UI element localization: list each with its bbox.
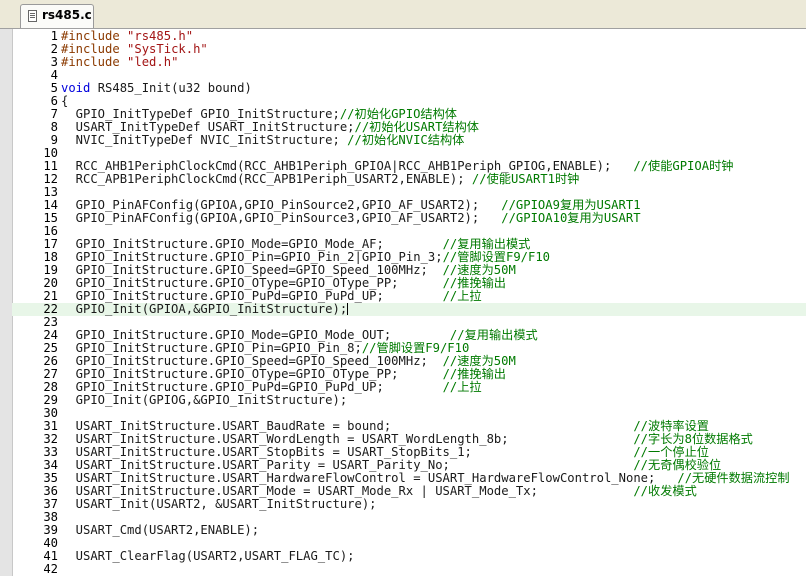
- code-statement: RCC_AHB1PeriphClockCmd(RCC_AHB1Periph_GP…: [61, 159, 634, 173]
- code-line[interactable]: 9 NVIC_InitTypeDef NVIC_InitStructure; /…: [12, 134, 806, 147]
- text-caret: [347, 303, 349, 315]
- code-line[interactable]: 42: [12, 563, 806, 576]
- code-statement: USART_Init(USART2, &USART_InitStructure)…: [61, 497, 377, 511]
- code-statement: USART_InitStructure.USART_WordLength = U…: [61, 432, 634, 446]
- code-comment: //管脚设置F9/F10: [361, 341, 470, 355]
- code-comment: //使能USART1时钟: [471, 172, 580, 186]
- code-statement: GPIO_InitStructure.GPIO_Speed=GPIO_Speed…: [61, 263, 443, 277]
- code-statement: USART_InitStructure.USART_Mode = USART_M…: [61, 484, 634, 498]
- code-statement: GPIO_PinAFConfig(GPIOA,GPIO_PinSource2,G…: [61, 198, 502, 212]
- editor-tab-bar: rs485.c: [0, 0, 806, 29]
- code-comment: //GPIOA9复用为USART1: [501, 198, 641, 212]
- code-statement: GPIO_InitStructure.GPIO_OType=GPIO_OType…: [61, 367, 443, 381]
- code-comment: //波特率设置: [633, 419, 709, 433]
- code-statement: USART_InitStructure.USART_Parity = USART…: [61, 458, 634, 472]
- code-line[interactable]: 5 void RS485_Init(u32 bound): [12, 82, 806, 95]
- code-statement: GPIO_InitStructure.GPIO_Pin=GPIO_Pin_2|G…: [61, 250, 443, 264]
- code-comment: //无硬件数据流控制: [677, 471, 790, 485]
- code-text: NVIC_InitTypeDef NVIC_InitStructure; //初…: [61, 133, 465, 147]
- code-line[interactable]: 15 GPIO_PinAFConfig(GPIOA,GPIO_PinSource…: [12, 212, 806, 225]
- code-comment: //上拉: [442, 380, 482, 394]
- file-tab-label: rs485.c: [42, 8, 92, 22]
- code-comment: //收发模式: [633, 484, 697, 498]
- code-statement: USART_InitStructure.USART_HardwareFlowCo…: [61, 471, 678, 485]
- code-statement: GPIO_InitStructure.GPIO_Speed=GPIO_Speed…: [61, 354, 443, 368]
- code-comment: //复用输出模式: [442, 237, 531, 251]
- code-statement: #include "SysTick.h": [61, 42, 208, 56]
- code-text: USART_Init(USART2, &USART_InitStructure)…: [61, 498, 377, 511]
- code-comment: //推挽输出: [442, 276, 506, 290]
- code-comment: //初始化USART结构体: [354, 120, 480, 134]
- code-comment: //复用输出模式: [449, 328, 538, 342]
- code-statement: USART_Cmd(USART2,ENABLE);: [61, 523, 260, 537]
- code-comment: //速度为50M: [442, 354, 516, 368]
- code-comment: //速度为50M: [442, 263, 516, 277]
- code-line[interactable]: 22 GPIO_Init(GPIOA,&GPIO_InitStructure);: [12, 303, 806, 316]
- code-comment: //推挽输出: [442, 367, 506, 381]
- code-editor[interactable]: 1 #include "rs485.h" 2 #include "SysTick.h"…: [0, 29, 806, 576]
- code-line[interactable]: 12 RCC_APB1PeriphClockCmd(RCC_APB1Periph…: [12, 173, 806, 186]
- code-statement: void RS485_Init(u32 bound): [61, 81, 252, 95]
- code-statement: NVIC_InitTypeDef NVIC_InitStructure;: [61, 133, 348, 147]
- code-statement: GPIO_Init(GPIOG,&GPIO_InitStructure);: [61, 393, 348, 407]
- code-statement: GPIO_InitStructure.GPIO_OType=GPIO_OType…: [61, 276, 443, 290]
- code-statement: GPIO_InitStructure.GPIO_Mode=GPIO_Mode_A…: [61, 237, 443, 251]
- code-text: GPIO_Init(GPIOG,&GPIO_InitStructure);: [61, 393, 348, 407]
- code-text: GPIO_PinAFConfig(GPIOA,GPIO_PinSource3,G…: [61, 212, 641, 225]
- code-statement: USART_InitTypeDef USART_InitStructure;: [61, 120, 355, 134]
- code-statement: RCC_APB1PeriphClockCmd(RCC_APB1Periph_US…: [61, 172, 472, 186]
- code-comment: //初始化GPIO结构体: [339, 107, 457, 121]
- code-statement: #include "rs485.h": [61, 29, 194, 43]
- c-file-icon: [28, 10, 37, 22]
- code-statement: USART_InitStructure.USART_BaudRate = bou…: [61, 419, 634, 433]
- code-comment: //管脚设置F9/F10: [442, 250, 551, 264]
- code-statement: GPIO_InitTypeDef GPIO_InitStructure;: [61, 107, 340, 121]
- file-tab-rs485[interactable]: rs485.c: [20, 4, 94, 28]
- code-comment: //使能GPIOA时钟: [633, 159, 734, 173]
- code-text: RCC_APB1PeriphClockCmd(RCC_APB1Periph_US…: [61, 172, 580, 186]
- code-text: void RS485_Init(u32 bound): [61, 82, 252, 95]
- code-statement: GPIO_Init(GPIOA,&GPIO_InitStructure);: [61, 302, 348, 316]
- code-comment: //GPIOA10复用为USART: [501, 211, 641, 225]
- code-statement: {: [61, 94, 69, 108]
- code-line[interactable]: 37 USART_Init(USART2, &USART_InitStructu…: [12, 498, 806, 511]
- code-comment: //字长为8位数据格式: [633, 432, 753, 446]
- code-statement: GPIO_InitStructure.GPIO_PuPd=GPIO_PuPd_U…: [61, 289, 443, 303]
- code-line[interactable]: 3 #include "led.h": [12, 56, 806, 69]
- code-comment: //初始化NVIC结构体: [347, 133, 465, 147]
- code-statement: USART_ClearFlag(USART2,USART_FLAG_TC);: [61, 549, 355, 563]
- code-statement: #include "led.h": [61, 55, 179, 69]
- code-statement: GPIO_InitStructure.GPIO_Pin=GPIO_Pin_8;: [61, 341, 362, 355]
- code-line[interactable]: 29 GPIO_Init(GPIOG,&GPIO_InitStructure);: [12, 394, 806, 407]
- code-statement: GPIO_PinAFConfig(GPIOA,GPIO_PinSource3,G…: [61, 211, 502, 225]
- code-statement: USART_InitStructure.USART_StopBits = USA…: [61, 445, 634, 459]
- code-line[interactable]: 41 USART_ClearFlag(USART2,USART_FLAG_TC)…: [12, 550, 806, 563]
- code-text: USART_Cmd(USART2,ENABLE);: [61, 524, 259, 537]
- code-text: #include "led.h": [61, 56, 178, 69]
- code-statement: GPIO_InitStructure.GPIO_Mode=GPIO_Mode_O…: [61, 328, 450, 342]
- code-comment: //无奇偶校验位: [633, 458, 722, 472]
- code-line[interactable]: 39 USART_Cmd(USART2,ENABLE);: [12, 524, 806, 537]
- line-number: 42: [43, 562, 58, 576]
- code-text: GPIO_Init(GPIOA,&GPIO_InitStructure);: [61, 302, 349, 316]
- code-comment: //一个停止位: [633, 445, 709, 459]
- code-statement: GPIO_InitStructure.GPIO_PuPd=GPIO_PuPd_U…: [61, 380, 443, 394]
- code-comment: //上拉: [442, 289, 482, 303]
- code-text: USART_ClearFlag(USART2,USART_FLAG_TC);: [61, 550, 355, 563]
